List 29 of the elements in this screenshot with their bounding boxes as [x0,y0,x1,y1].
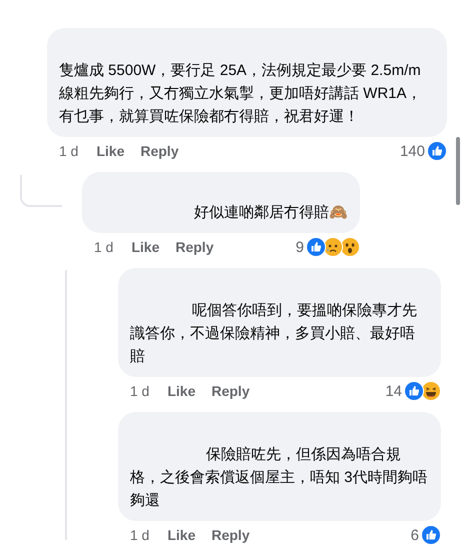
scrollbar-thumb[interactable] [456,137,460,205]
reaction-count: 9 [296,238,304,256]
reply-link[interactable]: Reply [175,239,214,255]
reply-link[interactable]: Reply [211,527,250,543]
surprised-face-icon [340,237,360,257]
like-link[interactable]: Like [167,527,196,543]
like-link[interactable]: Like [167,383,196,399]
laughing-face-icon [421,381,441,401]
comment-text: 呢個答你唔到，要搵啲保險專才先識答你，不過保險精神，多買小賠、最好唔賠 [130,301,418,367]
comment-time: 1 d [130,527,150,543]
comment-text: 隻爐成 5500W，要行足 25A，法例規定最少要 2.5m/m 線粗先夠行，又冇獨立水氣掣，更加唔好講話 WR1A，有乜事，就算買咗保險都冇得賠，祝君好運！ [59,61,423,127]
like-icon [306,237,326,257]
comment-time: 1 d [59,143,78,159]
like-link[interactable]: Like [131,239,160,255]
reaction-count: 6 [410,526,419,544]
like-icon [427,141,447,161]
reply-link[interactable]: Reply [140,143,179,159]
like-icon [421,525,441,545]
comment-time: 1 d [94,239,114,255]
sad-face-icon [323,237,343,257]
like-icon [404,381,424,401]
comment-text: 保險賠咗先，但係因為唔合規格，之後會索償返個屋主，唔知 3代時間夠唔夠還 [130,445,429,511]
thread-line [20,175,62,207]
reaction-count: 14 [385,382,402,400]
comment-text: 好似連啲鄰居冇得賠🙈 [193,203,348,223]
comment-time: 1 d [130,383,150,399]
like-link[interactable]: Like [96,143,124,159]
reaction-count: 140 [400,142,425,160]
reply-link[interactable]: Reply [211,383,250,399]
